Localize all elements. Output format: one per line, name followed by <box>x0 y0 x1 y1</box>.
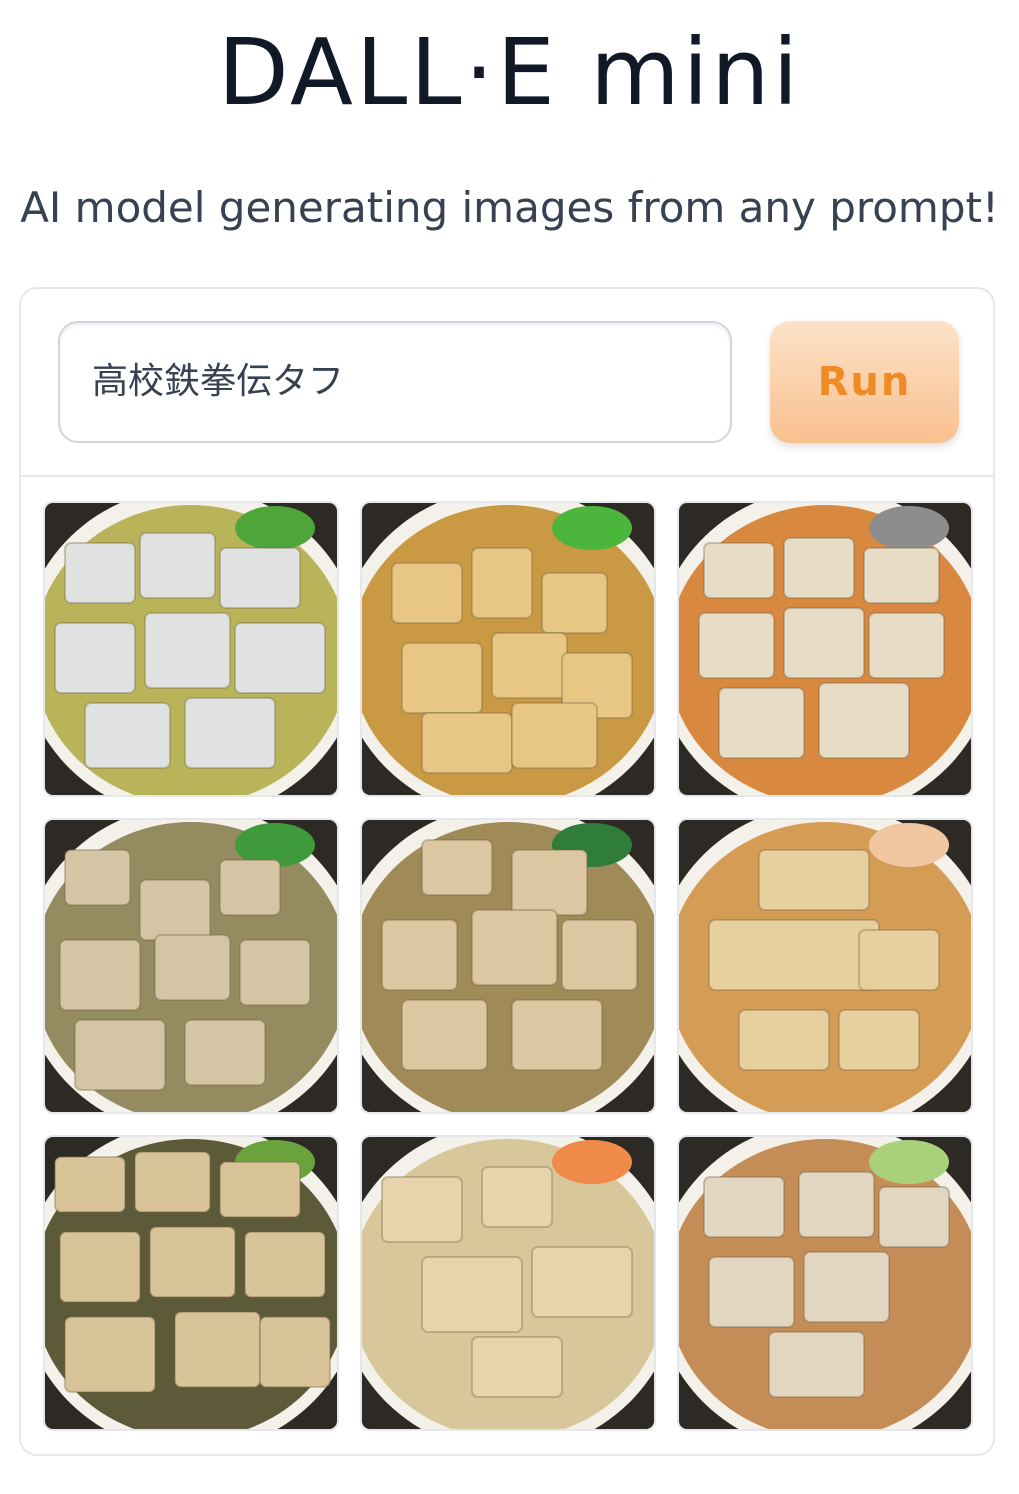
generated-image-4[interactable] <box>43 818 339 1114</box>
page-subtitle: AI model generating images from any prom… <box>20 183 999 232</box>
generated-image-9[interactable] <box>677 1135 973 1431</box>
generator-card: 高校鉄拳伝タフ Run <box>19 287 995 1456</box>
page-title: DALL·E mini <box>217 19 802 126</box>
generated-image-1[interactable] <box>43 501 339 797</box>
generated-image-8[interactable] <box>360 1135 656 1431</box>
generated-image-6[interactable] <box>677 818 973 1114</box>
prompt-input[interactable]: 高校鉄拳伝タフ <box>58 321 732 443</box>
generated-image-7[interactable] <box>43 1135 339 1431</box>
run-button[interactable]: Run <box>770 321 959 443</box>
generated-image-5[interactable] <box>360 818 656 1114</box>
generated-image-3[interactable] <box>677 501 973 797</box>
generated-image-2[interactable] <box>360 501 656 797</box>
prompt-bar: 高校鉄拳伝タフ Run <box>21 289 993 477</box>
